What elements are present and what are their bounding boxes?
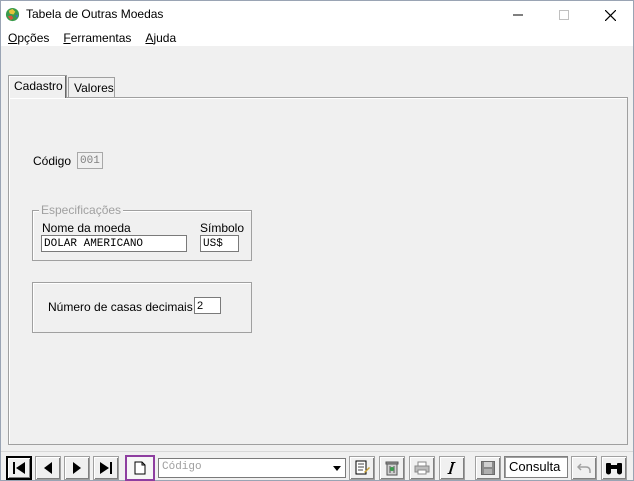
search-field-combo[interactable]: Código <box>158 458 346 478</box>
especificacoes-legend: Especificações <box>39 203 124 217</box>
tab-cadastro[interactable]: Cadastro <box>8 75 67 98</box>
chevron-down-icon <box>333 465 341 471</box>
delete-record-button[interactable] <box>379 456 405 480</box>
menu-opcoes[interactable]: Opções <box>1 31 56 45</box>
printer-icon <box>414 461 430 475</box>
minimize-button[interactable] <box>495 1 541 29</box>
binoculars-icon <box>606 463 622 475</box>
new-record-button[interactable] <box>125 455 155 481</box>
title-bar: Tabela de Outras Moedas <box>1 1 633 29</box>
especificacoes-group: Especificações Nome da moeda DOLAR AMERI… <box>32 203 252 261</box>
casas-decimais-field[interactable]: 2 <box>194 297 221 314</box>
nome-moeda-field[interactable]: DOLAR AMERICANO <box>41 235 187 252</box>
maximize-button[interactable] <box>541 1 587 29</box>
simbolo-label: Símbolo <box>200 221 245 235</box>
codigo-field[interactable]: 001 <box>77 152 103 169</box>
casas-decimais-label: Número de casas decimais <box>48 300 193 314</box>
simbolo-field[interactable]: US$ <box>200 235 239 252</box>
main-content: Cadastro Valores Código 001 Especificaçõ… <box>1 46 633 451</box>
minimize-icon <box>513 14 523 16</box>
menu-bar: Opções Ferramentas Ajuda <box>1 29 633 46</box>
menu-ferramentas[interactable]: Ferramentas <box>56 31 138 45</box>
print-button[interactable] <box>409 456 435 480</box>
app-globe-icon <box>5 7 20 22</box>
document-edit-icon <box>355 460 370 475</box>
previous-record-icon <box>44 462 52 474</box>
tab-valores[interactable]: Valores <box>68 77 115 97</box>
find-button[interactable] <box>601 456 627 480</box>
nome-moeda-label: Nome da moeda <box>42 221 131 235</box>
trash-icon <box>385 461 399 476</box>
codigo-label: Código <box>33 154 72 168</box>
close-icon <box>604 9 616 21</box>
app-window: Tabela de Outras Moedas Opções Ferrament… <box>0 0 634 481</box>
new-document-icon <box>134 461 146 475</box>
maximize-icon <box>559 10 569 20</box>
bottom-toolbar: Código Consulta <box>1 451 633 481</box>
menu-ajuda[interactable]: Ajuda <box>138 31 183 45</box>
undo-icon <box>577 463 591 473</box>
last-record-icon <box>100 462 112 474</box>
italic-button[interactable] <box>439 456 465 480</box>
last-record-button[interactable] <box>93 456 119 480</box>
tab-panel-cadastro: Código 001 Especificações Nome da moeda … <box>8 97 628 445</box>
floppy-disk-icon <box>481 461 495 475</box>
next-record-button[interactable] <box>64 456 90 480</box>
first-record-button[interactable] <box>6 456 32 480</box>
undo-button[interactable] <box>571 456 597 480</box>
next-record-icon <box>73 462 81 474</box>
save-button[interactable] <box>475 456 501 480</box>
search-field-placeholder: Código <box>162 461 202 473</box>
close-button[interactable] <box>587 1 633 29</box>
edit-record-button[interactable] <box>349 456 375 480</box>
italic-icon <box>447 462 456 474</box>
first-record-icon <box>13 462 25 474</box>
combo-dropdown-button[interactable] <box>329 459 345 477</box>
mode-status: Consulta <box>504 456 568 478</box>
casas-decimais-group: Número de casas decimais 2 <box>32 282 252 333</box>
window-title: Tabela de Outras Moedas <box>26 7 164 21</box>
previous-record-button[interactable] <box>35 456 61 480</box>
